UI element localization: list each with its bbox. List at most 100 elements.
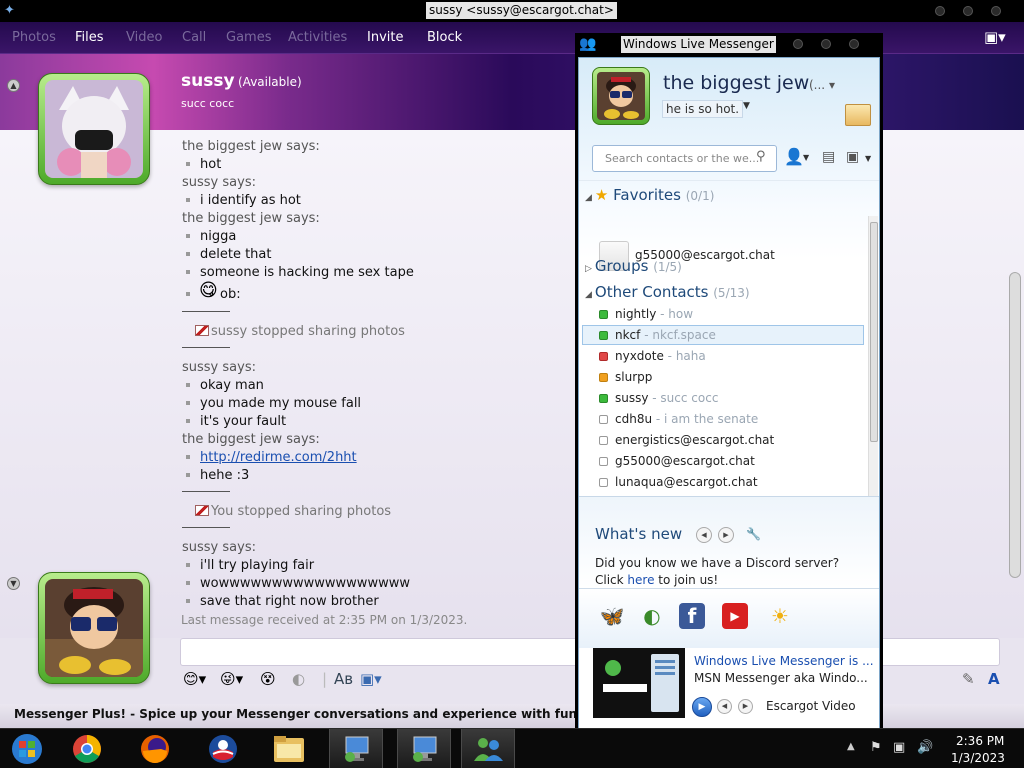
font-icon[interactable]: A [988,670,1000,688]
contact-list-scroll-thumb[interactable] [870,222,878,442]
video-prev-button[interactable]: ◀ [717,699,732,714]
video-play-button[interactable]: ▶ [692,697,712,717]
messenger-plus-text: Messenger Plus! - Spice up your Messenge… [14,707,639,721]
contact-row[interactable]: slurpp [599,368,863,388]
close-button[interactable] [991,6,1001,16]
send-file-icon[interactable]: ▣▾ [360,670,382,688]
message: someone is hacking me sex tape [200,265,414,280]
network-icon[interactable]: ▣ [893,740,905,755]
video-panel: Windows Live Messenger is ... MSN Messen… [579,648,879,729]
clock-time[interactable]: 2:36 PM [956,734,1004,748]
contact-row[interactable]: sussy - succ cocc [599,389,863,409]
search-icon[interactable]: ⚲ [756,149,766,164]
wink-picker-icon[interactable]: 😜▾ [220,670,243,688]
contact-row-selected[interactable]: nkcf - nkcf.space [582,325,864,345]
minimize-button[interactable] [935,6,945,16]
clock-date[interactable]: 1/3/2023 [951,751,1005,765]
message-link[interactable]: http://redirme.com/2hht [200,450,357,465]
whats-new-text: Did you know we have a Discord server? C… [595,555,871,589]
obama-logo-icon[interactable] [196,729,250,768]
maximize-button[interactable] [963,6,973,16]
remote-desktop-taskbar-icon-2[interactable] [397,729,451,768]
group-count: (1/5) [653,260,682,274]
volume-icon[interactable]: 🔊 [917,740,933,755]
spellcheck-icon[interactable]: Aв [334,670,353,688]
contact-row[interactable]: nightly - how [599,305,863,325]
contact-row[interactable]: g55000@escargot.chat [599,452,863,472]
remote-desktop-taskbar-icon[interactable] [329,729,383,768]
chat-scrollbar[interactable] [1009,272,1021,578]
group-favorites-header[interactable]: ◢ ★ Favorites (0/1) [585,186,714,204]
emoticon-picker-icon[interactable]: 😊▾ [183,670,206,688]
facebook-icon[interactable]: f [679,603,705,629]
own-display-name[interactable]: the biggest jew [663,72,809,94]
start-button[interactable] [0,729,54,768]
messenger-minimize-button[interactable] [793,39,803,49]
contact-row[interactable]: lunaqua@escargot.chat [599,473,863,493]
contact-row[interactable]: energistics@escargot.chat [599,431,863,451]
divider [182,347,230,348]
contact-row[interactable]: nyxdote - haha [599,347,863,367]
contact-name: nightly [615,307,657,321]
chrome-icon[interactable] [60,729,114,768]
action-center-flag-icon[interactable]: ⚑ [870,740,882,755]
escargot-icon[interactable]: ◐ [639,603,665,629]
video-title-link[interactable]: Windows Live Messenger is ... [694,654,874,668]
group-other-contacts-header[interactable]: ◢ Other Contacts (5/13) [585,283,750,301]
video-next-button[interactable]: ▶ [738,699,753,714]
psm-dropdown-caret[interactable]: ▼ [743,101,750,111]
options-caret[interactable]: ▼ [865,154,871,163]
message: save that right now brother [200,594,379,609]
user-avatar[interactable] [38,572,150,684]
group-count: (5/13) [713,286,750,300]
file-explorer-icon[interactable] [262,729,316,768]
bullet [186,419,190,423]
messenger-close-button[interactable] [849,39,859,49]
youtube-icon[interactable]: ▶ [722,603,748,629]
window-options-icon[interactable]: ▣▾ [984,28,1006,46]
own-personal-message[interactable]: he is so hot. [662,100,744,118]
group-label: Groups [594,257,649,275]
whats-new-next-button[interactable]: ▶ [718,527,734,543]
own-status-dropdown[interactable]: (... ▾ [809,78,835,92]
discord-link[interactable]: here [627,573,654,587]
contact-card-icon[interactable] [845,104,871,126]
divider [182,311,230,312]
sender-line: the biggest jew says: [182,432,320,447]
whats-new-panel: What's new ◀ ▶ 🔧 Did you know we have a … [579,496,879,589]
video-thumbnail[interactable] [593,648,685,718]
options-menu-icon[interactable]: ▣ [846,149,859,165]
collapse-triangle-icon: ◢ [585,290,592,300]
msn-butterfly-icon[interactable]: 🦋 [599,603,625,629]
bullet [186,473,190,477]
messenger-taskbar-icon[interactable] [461,729,515,768]
add-contact-caret[interactable]: ▼ [803,153,809,162]
contact-list-scrollbar[interactable] [868,216,878,512]
smiley-emoticon-icon: 😋 [199,280,218,301]
group-label: Favorites [613,186,681,204]
contact-search-input[interactable]: Search contacts or the we... ⚲ [592,145,777,172]
bullet [186,198,190,202]
own-display-picture[interactable] [592,67,650,125]
voice-clip-icon[interactable]: ◐ [292,670,305,688]
messenger-contact-window: 👥 Windows Live Messenger the biggest jew… [575,33,883,730]
whats-new-prev-button[interactable]: ◀ [696,527,712,543]
group-groups-header[interactable]: ▷ Groups (1/5) [585,257,682,275]
tray-expand-icon[interactable]: ▲ [847,741,855,752]
contact-name: nyxdote [615,349,664,363]
expand-avatar-button[interactable]: ▼ [7,577,20,590]
contact-row[interactable]: cdh8u - i am the senate [599,410,863,430]
firefox-icon[interactable] [128,729,182,768]
handwriting-icon[interactable]: ✎ [962,670,975,688]
message: nigga [200,229,237,244]
whats-new-settings-icon[interactable]: 🔧 [746,527,761,541]
change-layout-icon[interactable]: ▤ [822,149,835,165]
nudge-icon[interactable]: 😵 [260,670,276,688]
collapse-triangle-icon: ◢ [585,193,592,203]
video-subtitle: MSN Messenger aka Windo... [694,671,868,685]
divider [182,491,230,492]
weather-sun-icon[interactable]: ☀ [767,603,793,629]
messenger-maximize-button[interactable] [821,39,831,49]
message: hehe :3 [200,468,250,483]
add-contact-icon[interactable]: 👤 [784,147,804,166]
